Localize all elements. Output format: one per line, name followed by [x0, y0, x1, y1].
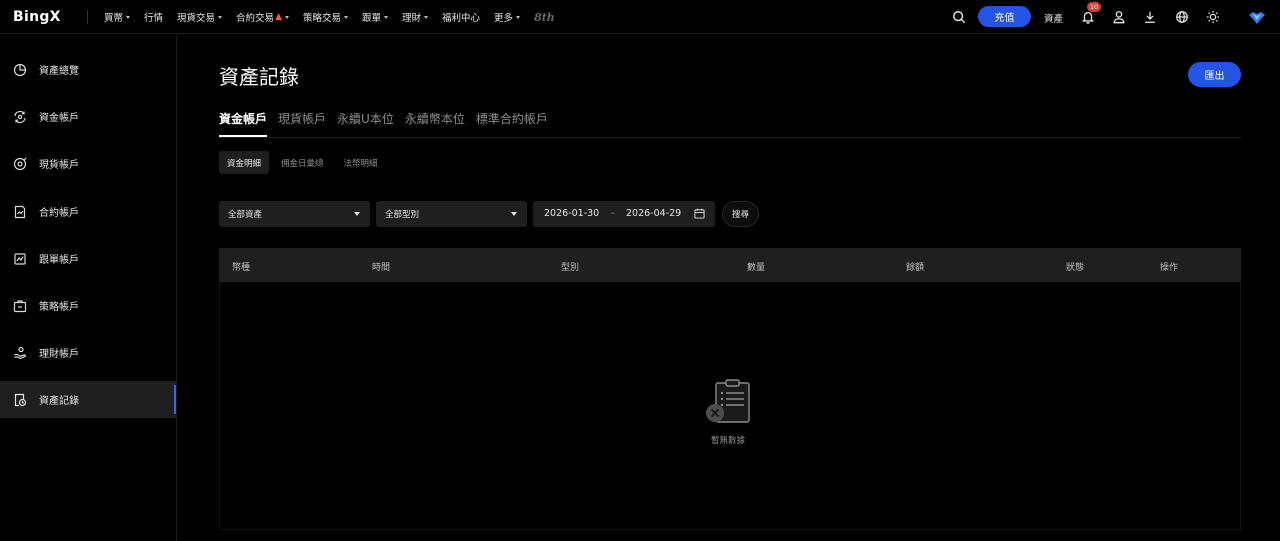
assets-link[interactable]: 資產 — [1044, 11, 1063, 25]
date-from[interactable]: 2026-01-30 — [544, 208, 599, 219]
column-status: 狀態 — [1066, 263, 1085, 273]
search-icon[interactable] — [951, 9, 967, 25]
contract-doc-icon — [14, 205, 26, 218]
sidebar-item-copy-trading-account[interactable]: 跟單帳戶 — [0, 240, 176, 277]
sidebar-item-futures-account[interactable]: 合約帳戶 — [0, 193, 176, 230]
page-title: 資產記錄 — [219, 65, 299, 89]
sidebar-item-label: 資產記錄 — [39, 396, 79, 407]
date-separator: - — [611, 208, 615, 219]
subtab-daily-commission[interactable]: 佣金日彙總 — [273, 151, 332, 174]
theme-sun-icon[interactable] — [1205, 9, 1221, 25]
sidebar-item-label: 現貨帳戶 — [39, 160, 79, 171]
sidebar-item-earn-account[interactable]: 理財帳戶 — [0, 334, 176, 371]
spot-coin-icon — [13, 157, 27, 170]
nav-copy-trading[interactable]: 跟單 — [362, 10, 389, 24]
column-currency: 幣種 — [232, 263, 251, 273]
account-tabs: 資金帳戶 現貨帳戶 永續U本位 永續幣本位 標準合約帳戶 — [219, 110, 559, 138]
nav-wealth[interactable]: 理財 — [402, 10, 429, 24]
subtab-fund-details[interactable]: 資金明細 — [219, 151, 270, 174]
sidebar-item-funding-account[interactable]: 資金帳戶 — [0, 98, 176, 135]
tab-usdm-perpetual[interactable]: 永續U本位 — [337, 110, 394, 138]
nav-futures-trading[interactable]: 合約交易 ▲ — [236, 10, 289, 24]
tab-coinm-perpetual[interactable]: 永續幣本位 — [405, 110, 465, 138]
date-range-picker[interactable]: 2026-01-30 - 2026-04-29 — [533, 201, 715, 227]
chevron-down-icon — [344, 15, 348, 19]
chevron-down-icon — [284, 15, 289, 19]
chevron-down-icon — [424, 15, 429, 19]
sidebar-item-strategy-account[interactable]: 策略帳戶 — [0, 287, 176, 324]
download-icon[interactable] — [1142, 9, 1158, 25]
pie-chart-icon — [13, 63, 27, 76]
nav-more[interactable]: 更多 — [494, 10, 521, 24]
deposit-button[interactable]: 充值 — [978, 6, 1031, 27]
chevron-down-icon — [126, 15, 131, 19]
empty-state-text: 暫無數據 — [711, 436, 746, 446]
sidebar-item-label: 資金帳戶 — [39, 113, 79, 124]
asset-select[interactable]: 全部資產 — [219, 201, 370, 227]
tabs-divider — [219, 137, 1241, 138]
tab-spot-account[interactable]: 現貨帳戶 — [278, 110, 326, 138]
column-time: 時間 — [372, 263, 391, 273]
export-button[interactable]: 匯出 — [1188, 62, 1241, 87]
sidebar-item-asset-records[interactable]: 資產記錄 — [0, 381, 176, 418]
chevron-down-icon — [218, 15, 223, 19]
records-table-header: 幣種 時間 型別 數量 餘額 狀態 操作 — [219, 248, 1241, 282]
bingx-logo[interactable]: BingX — [13, 9, 61, 25]
record-subtabs: 資金明細 佣金日彙總 法幣明細 — [219, 151, 390, 174]
tab-funding-account[interactable]: 資金帳戶 — [219, 110, 268, 138]
copy-trade-icon — [14, 252, 26, 265]
notification-count-badge: 10 — [1087, 2, 1101, 12]
column-type: 型別 — [561, 263, 580, 273]
asset-select-value: 全部資產 — [228, 210, 263, 220]
nav-markets[interactable]: 行情 — [144, 10, 163, 24]
top-navbar: BingX 買幣 行情 現貨交易 合約交易 ▲ 策略交易 跟單 理財 福利中心 更… — [0, 0, 1280, 34]
user-icon[interactable] — [1111, 9, 1127, 25]
calendar-icon — [694, 208, 705, 219]
sidebar-item-label: 資產總覽 — [39, 66, 79, 77]
logo-divider — [87, 10, 88, 24]
sidebar-item-asset-overview[interactable]: 資產總覽 — [0, 51, 176, 88]
sidebar-item-spot-account[interactable]: 現貨帳戶 — [0, 145, 176, 182]
strategy-bag-icon — [13, 299, 27, 312]
sidebar-item-label: 合約帳戶 — [39, 208, 79, 219]
column-amount: 數量 — [747, 263, 766, 273]
subtab-fiat-details[interactable]: 法幣明細 — [336, 151, 386, 174]
account-sidebar: 資產總覽 資金帳戶 現貨帳戶 合約帳戶 跟單帳戶 策略帳戶 理財帳戶 資產記錄 — [0, 35, 177, 541]
sidebar-item-label: 理財帳戶 — [39, 349, 79, 360]
nav-spot-trading[interactable]: 現貨交易 — [177, 10, 223, 24]
dropdown-arrow-icon — [354, 212, 360, 216]
column-balance: 餘額 — [906, 263, 925, 273]
chevron-down-icon — [516, 15, 521, 19]
wealth-hand-icon — [14, 346, 27, 359]
main-menu: 買幣 行情 現貨交易 合約交易 ▲ 策略交易 跟單 理財 福利中心 更多 8th — [104, 0, 569, 34]
anniversary-8th-badge[interactable]: 8th — [534, 11, 555, 24]
date-to[interactable]: 2026-04-29 — [626, 208, 681, 219]
nav-strategy-trading[interactable]: 策略交易 — [303, 10, 348, 24]
sidebar-item-label: 跟單帳戶 — [39, 255, 79, 266]
type-select[interactable]: 全部型別 — [376, 201, 527, 227]
globe-icon[interactable] — [1174, 9, 1190, 25]
flame-icon: ▲ — [275, 12, 282, 22]
nav-rewards-center[interactable]: 福利中心 — [442, 10, 480, 24]
nav-buy-crypto[interactable]: 買幣 — [104, 10, 131, 24]
avatar[interactable] — [1247, 7, 1267, 27]
record-clock-icon — [14, 393, 27, 406]
empty-clipboard-icon — [706, 379, 750, 423]
tab-standard-futures[interactable]: 標準合約帳戶 — [476, 110, 548, 138]
chevron-down-icon — [384, 15, 389, 19]
type-select-value: 全部型別 — [385, 210, 420, 220]
fund-transfer-icon — [14, 110, 26, 123]
dropdown-arrow-icon — [511, 212, 517, 216]
sidebar-item-label: 策略帳戶 — [39, 302, 79, 313]
search-button[interactable]: 搜尋 — [722, 201, 759, 227]
column-action: 操作 — [1160, 263, 1179, 273]
